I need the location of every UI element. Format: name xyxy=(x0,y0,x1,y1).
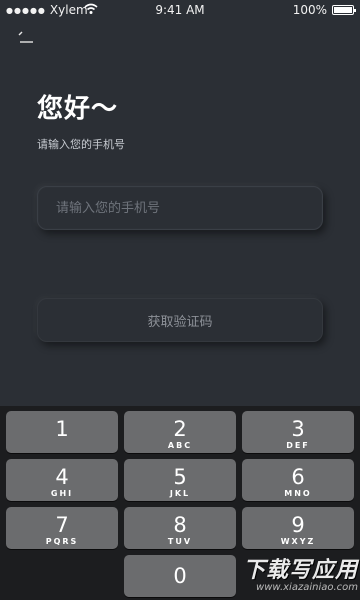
key-digit: 2 xyxy=(173,417,187,441)
key-2[interactable]: 2 ABC xyxy=(124,411,236,453)
watermark-title: 下载写应用 xyxy=(242,558,358,583)
battery-percentage: 100% xyxy=(292,3,327,17)
page-title: 您好～ xyxy=(37,94,119,124)
key-letters: MNO xyxy=(284,489,312,498)
key-digit: 5 xyxy=(173,465,187,489)
key-letters: DEF xyxy=(286,441,310,450)
key-digit: 1 xyxy=(55,417,69,441)
page-subtitle: 请输入您的手机号 xyxy=(37,138,125,151)
key-digit: 4 xyxy=(55,465,69,489)
watermark-logo: 下载写应用 www.xiazainiao.com xyxy=(218,552,358,598)
watermark-url: www.xiazainiao.com xyxy=(256,582,358,593)
key-digit: 9 xyxy=(291,513,305,537)
key-9[interactable]: 9 WXYZ xyxy=(242,507,354,549)
key-8[interactable]: 8 TUV xyxy=(124,507,236,549)
key-4[interactable]: 4 GHI xyxy=(6,459,118,501)
get-verification-code-button[interactable]: 获取验证码 xyxy=(37,298,323,342)
status-bar: ●●●●● Xylem 9:41 AM 100% xyxy=(0,0,360,20)
battery-icon xyxy=(332,5,356,15)
key-6[interactable]: 6 MNO xyxy=(242,459,354,501)
key-letters: TUV xyxy=(167,537,193,546)
key-digit: 8 xyxy=(173,513,187,537)
key-digit: 6 xyxy=(291,465,305,489)
battery-info: 100% xyxy=(292,3,356,17)
key-letters: PQRS xyxy=(45,537,79,546)
key-5[interactable]: 5 JKL xyxy=(124,459,236,501)
key-digit: 7 xyxy=(55,513,69,537)
key-letters: ABC xyxy=(167,441,193,450)
key-letters: JKL xyxy=(169,489,191,498)
key-7[interactable]: 7 PQRS xyxy=(6,507,118,549)
key-letters: GHI xyxy=(50,489,74,498)
key-digit: 3 xyxy=(291,417,305,441)
key-3[interactable]: 3 DEF xyxy=(242,411,354,453)
numeric-keypad: 1 2 ABC 3 DEF 4 GHI 5 JKL 6 MNO 7 PQRS 8… xyxy=(0,406,360,600)
back-arrow-icon[interactable] xyxy=(18,30,40,46)
key-letters: WXYZ xyxy=(280,537,316,546)
key-1[interactable]: 1 xyxy=(6,411,118,453)
phone-number-input[interactable] xyxy=(37,186,323,230)
